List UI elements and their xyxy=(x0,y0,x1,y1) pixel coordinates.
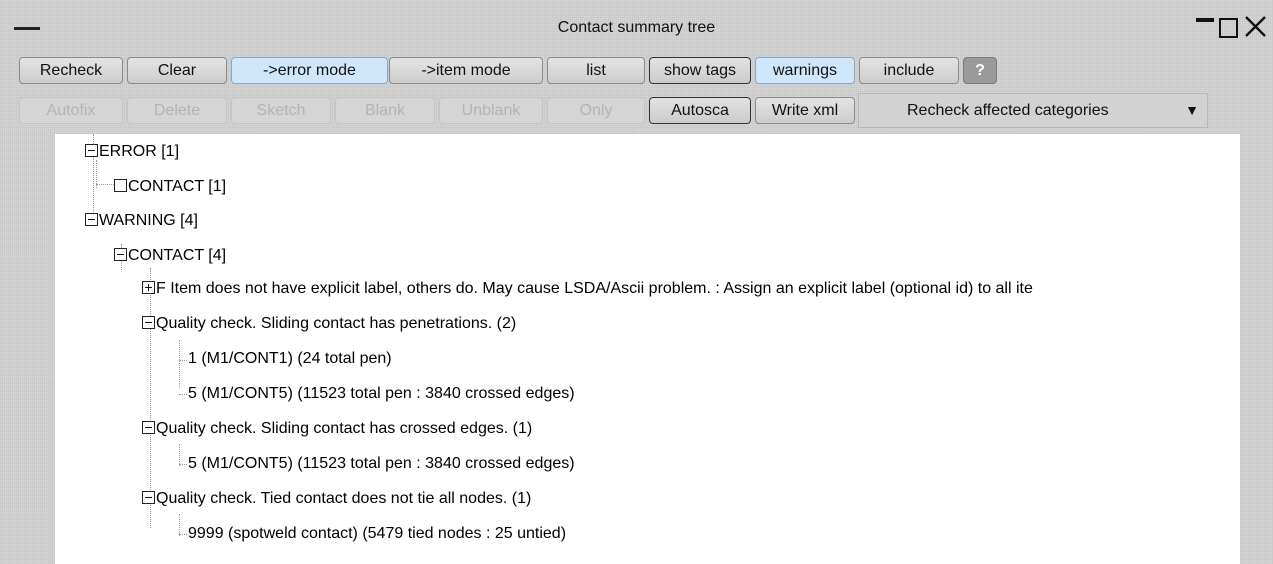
tree-node-crossed-edges[interactable]: Quality check. Sliding contact has cross… xyxy=(142,417,532,441)
recheck-dropdown[interactable]: Recheck affected categories ▼ xyxy=(858,93,1208,128)
collapse-icon[interactable] xyxy=(142,491,155,505)
contact-summary-window: Contact summary tree Recheck Clear ->err… xyxy=(0,0,1273,564)
collapse-icon[interactable] xyxy=(85,213,98,227)
include-button[interactable]: include xyxy=(859,57,959,84)
tree-leaf-pen-2[interactable]: 5 (M1/CONT5) (11523 total pen : 3840 cro… xyxy=(188,382,575,406)
collapse-icon[interactable] xyxy=(114,248,127,262)
blank-button[interactable]: Blank xyxy=(335,97,435,124)
tree-node-label: Quality check. Sliding contact has penet… xyxy=(156,315,517,332)
tree-node-label: ERROR [1] xyxy=(99,143,180,160)
tree-node-label: Quality check. Tied contact does not tie… xyxy=(156,490,532,507)
tree-leaf-pen-1[interactable]: 1 (M1/CONT1) (24 total pen) xyxy=(188,347,392,371)
maximize-icon[interactable] xyxy=(1218,14,1240,40)
collapse-icon[interactable] xyxy=(142,421,155,435)
sketch-button[interactable]: Sketch xyxy=(231,97,331,124)
tree-node-label-issue[interactable]: F Item does not have explicit label, oth… xyxy=(142,277,1033,301)
tree-node-error[interactable]: ERROR [1] xyxy=(85,140,179,164)
collapse-icon[interactable] xyxy=(85,144,98,158)
tree-node-label: CONTACT [1] xyxy=(128,178,227,195)
tree-leaf-crossed-1[interactable]: 5 (M1/CONT5) (11523 total pen : 3840 cro… xyxy=(188,452,575,476)
tree-node-error-contact[interactable]: CONTACT [1] xyxy=(114,175,226,199)
close-icon[interactable] xyxy=(1243,14,1269,40)
autoscale-button[interactable]: Autosca xyxy=(649,97,751,124)
tree-leaf-tied-1[interactable]: 9999 (spotweld contact) (5479 tied nodes… xyxy=(188,522,566,546)
collapse-icon[interactable] xyxy=(142,316,155,330)
list-button[interactable]: list xyxy=(547,57,645,84)
delete-button[interactable]: Delete xyxy=(127,97,227,124)
error-mode-button[interactable]: ->error mode xyxy=(231,57,388,84)
tree-node-label: F Item does not have explicit label, oth… xyxy=(156,280,1033,297)
tree-node-penetrations[interactable]: Quality check. Sliding contact has penet… xyxy=(142,312,516,336)
item-mode-button[interactable]: ->item mode xyxy=(389,57,543,84)
tree-node-warning[interactable]: WARNING [4] xyxy=(85,209,198,233)
autofix-button[interactable]: Autofix xyxy=(19,97,123,124)
expand-icon[interactable] xyxy=(142,281,155,295)
minimize-icon[interactable] xyxy=(1196,14,1214,40)
only-button[interactable]: Only xyxy=(547,97,645,124)
help-button[interactable]: ? xyxy=(963,57,997,84)
tree-node-label: CONTACT [4] xyxy=(128,247,227,264)
tree-node-label: Quality check. Sliding contact has cross… xyxy=(156,420,533,437)
clear-button[interactable]: Clear xyxy=(127,57,227,84)
tree-node-tied[interactable]: Quality check. Tied contact does not tie… xyxy=(142,487,531,511)
write-xml-button[interactable]: Write xml xyxy=(755,97,855,124)
title-bar[interactable]: Contact summary tree xyxy=(0,0,1273,48)
leaf-box-icon[interactable] xyxy=(114,179,127,193)
window-title: Contact summary tree xyxy=(557,19,716,36)
contact-tree[interactable]: ERROR [1] CONTACT [1] WARNING [4] CONTAC… xyxy=(55,134,1240,564)
unblank-button[interactable]: Unblank xyxy=(439,97,543,124)
tree-node-warning-contact[interactable]: CONTACT [4] xyxy=(114,244,226,268)
recheck-dropdown-label: Recheck affected categories xyxy=(907,102,1109,119)
warnings-button[interactable]: warnings xyxy=(755,57,855,84)
tree-node-label: WARNING [4] xyxy=(99,212,198,229)
dropdown-arrow-icon: ▼ xyxy=(1185,102,1199,118)
recheck-button[interactable]: Recheck xyxy=(19,57,123,84)
show-tags-button[interactable]: show tags xyxy=(649,57,751,84)
